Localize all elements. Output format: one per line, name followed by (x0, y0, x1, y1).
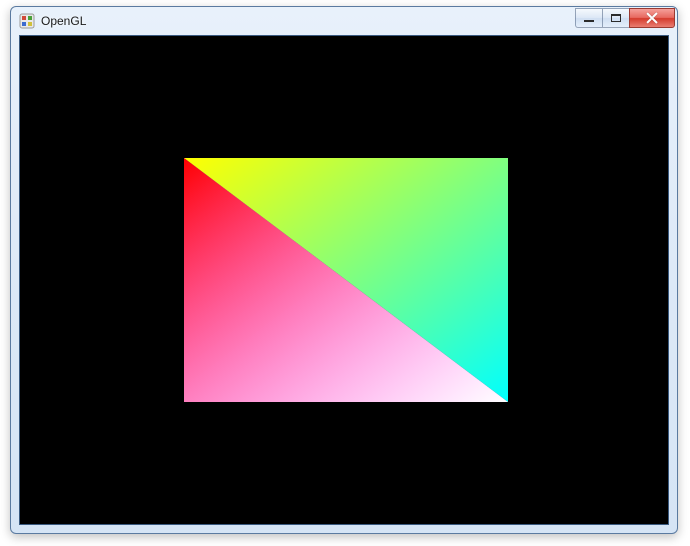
close-icon (646, 12, 658, 24)
minimize-button[interactable] (575, 8, 603, 28)
opengl-viewport (20, 36, 668, 524)
minimize-icon (584, 20, 594, 22)
caption-button-group (576, 8, 675, 28)
gradient-quad (184, 158, 508, 402)
maximize-button[interactable] (602, 8, 630, 28)
application-window: OpenGL (10, 6, 678, 534)
app-icon (19, 13, 35, 29)
close-button[interactable] (629, 8, 675, 28)
window-title: OpenGL (41, 14, 576, 28)
client-area (19, 35, 669, 525)
maximize-icon (611, 14, 621, 22)
titlebar[interactable]: OpenGL (11, 7, 677, 35)
